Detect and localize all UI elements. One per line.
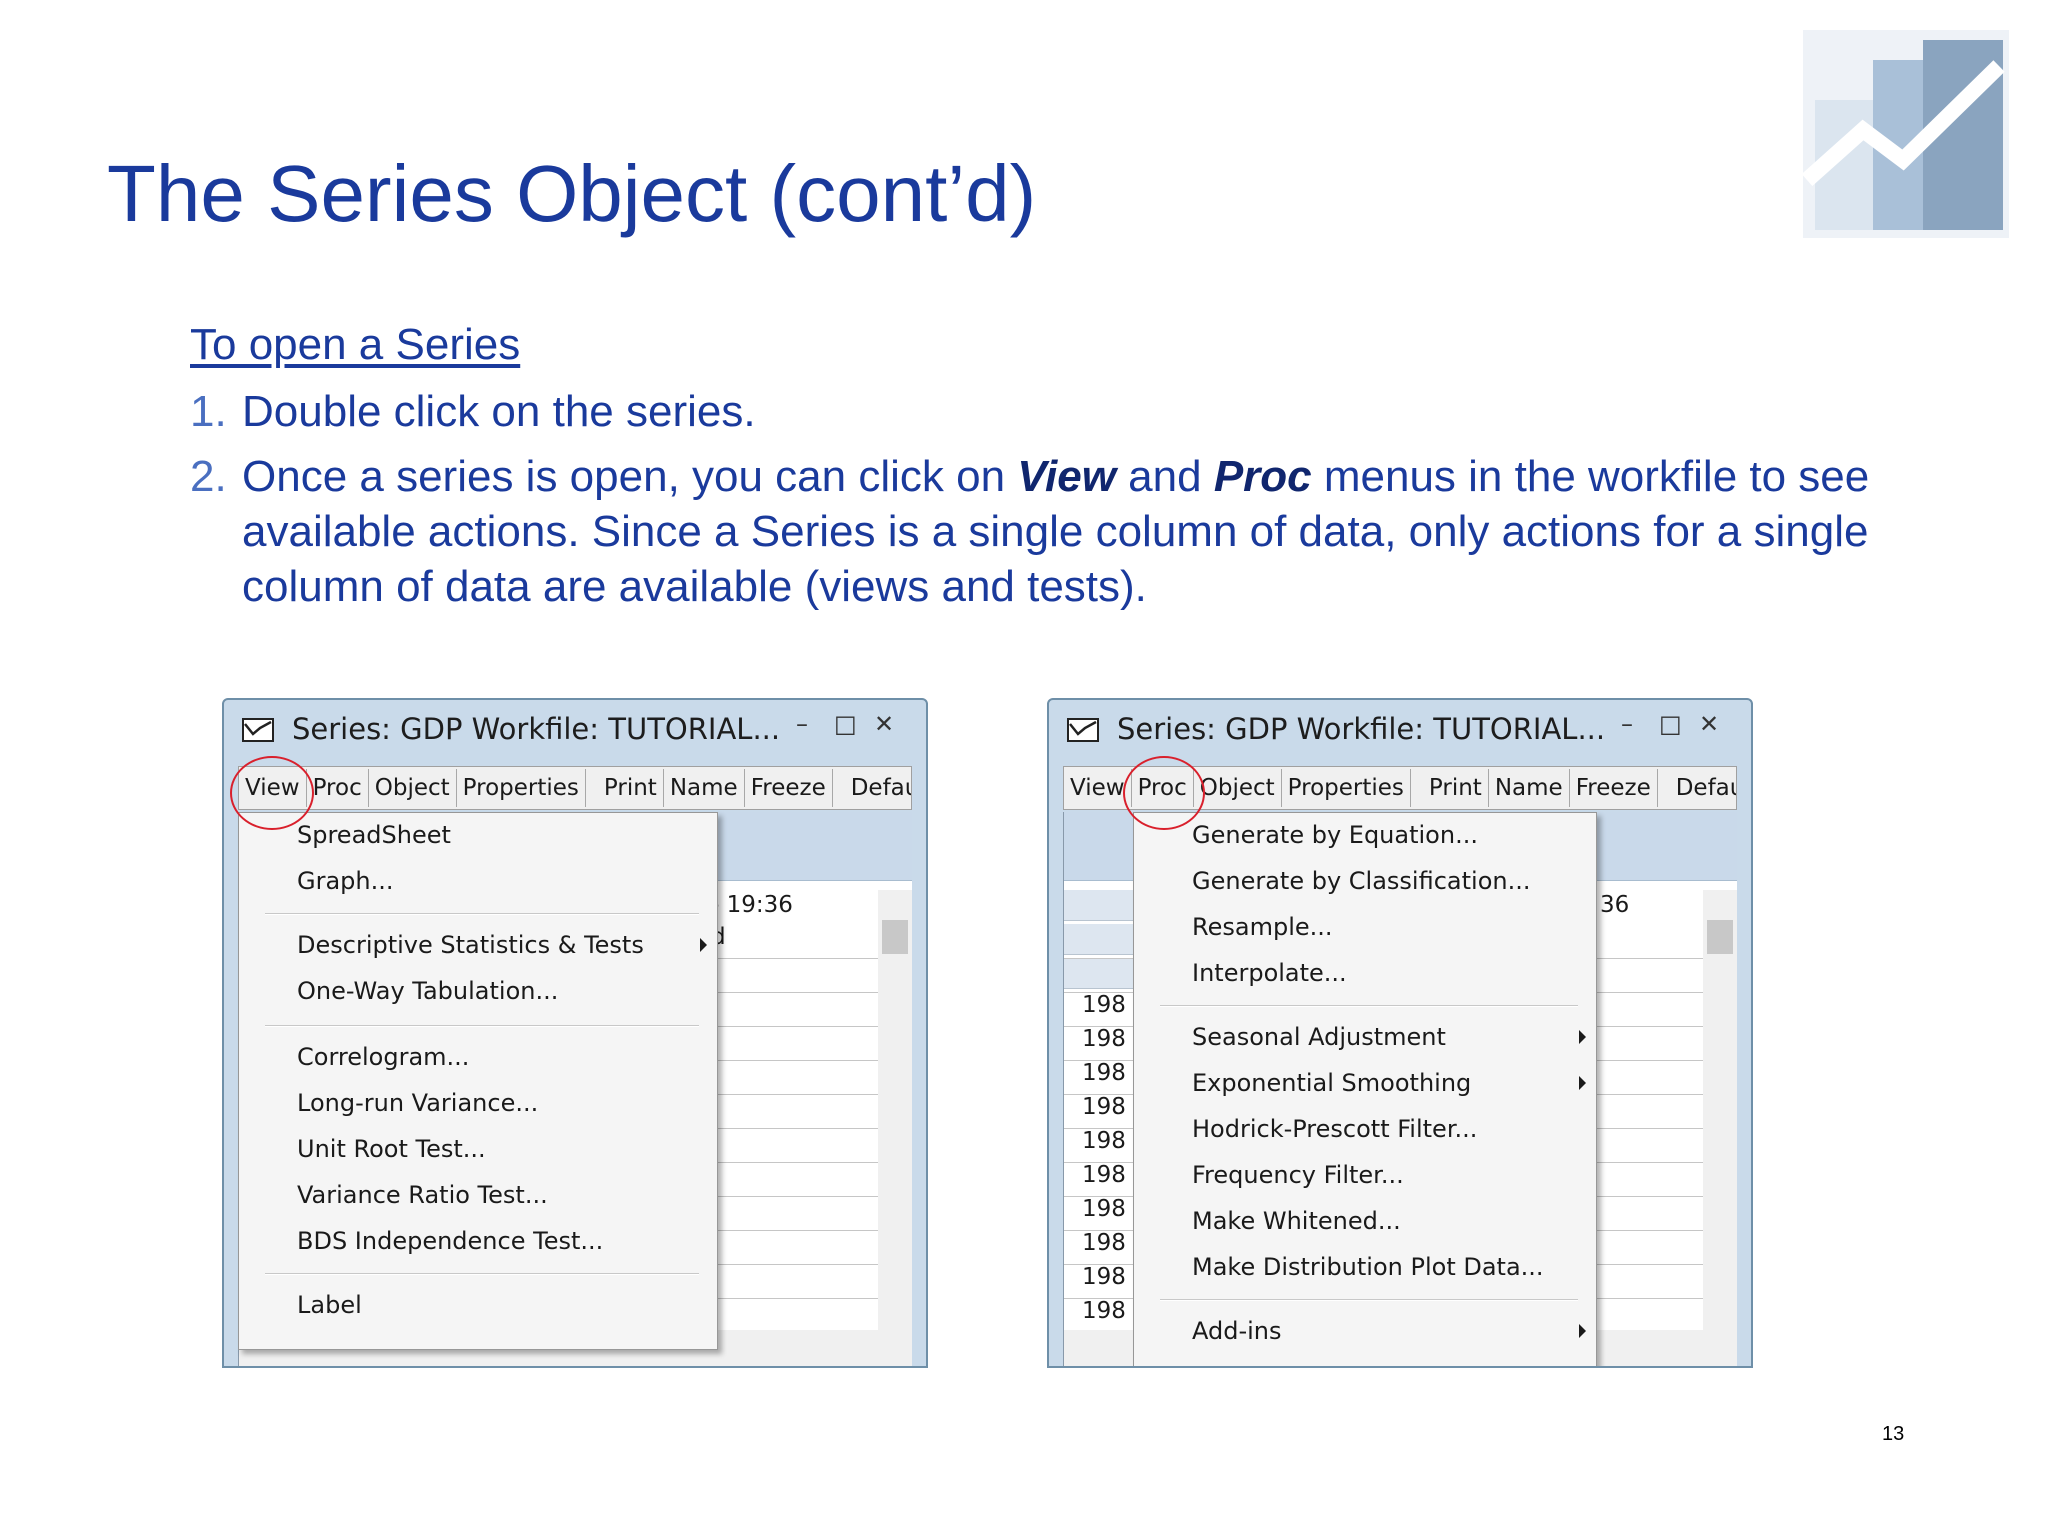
highlight-circle <box>230 756 314 830</box>
slide-title: The Series Object (cont’d) <box>107 149 1037 238</box>
menu-item-seasonal-adjustment[interactable]: Seasonal Adjustment <box>1192 1023 1446 1051</box>
row-label: 198 <box>1082 1060 1126 1086</box>
vertical-scrollbar[interactable] <box>878 890 912 1330</box>
vertical-scrollbar[interactable] <box>1703 890 1737 1330</box>
subheading: To open a Series <box>190 320 521 369</box>
menu-item-correlogram[interactable]: Correlogram... <box>297 1043 469 1071</box>
menu-item-one-way-tabulation[interactable]: One-Way Tabulation... <box>297 977 558 1005</box>
close-icon[interactable]: ✕ <box>1699 710 1719 738</box>
submenu-arrow-icon <box>1579 1076 1586 1090</box>
menu-item-long-run-variance[interactable]: Long-run Variance... <box>297 1089 538 1117</box>
menu-item-make-distribution-plot[interactable]: Make Distribution Plot Data... <box>1192 1253 1544 1281</box>
page-number: 13 <box>1882 1423 1905 1445</box>
proc-emphasis: Proc <box>1213 452 1312 501</box>
cell-time: 36 <box>1600 892 1630 918</box>
view-emphasis: View <box>1017 452 1116 501</box>
window-title: Series: GDP Workfile: TUTORIAL... <box>292 712 781 746</box>
scroll-thumb[interactable] <box>882 920 908 954</box>
row-label: 198 <box>1082 1264 1126 1290</box>
row-label: 198 <box>1082 1196 1126 1222</box>
menu-item-variance-ratio-test[interactable]: Variance Ratio Test... <box>297 1181 548 1209</box>
step-text: Double click on the series. <box>242 387 756 436</box>
toolbar: View Proc Object Properties Print Name Freeze D… <box>238 766 912 810</box>
menu-item-generate-equation[interactable]: Generate by Equation... <box>1192 821 1478 849</box>
view-menu: SpreadSheet Graph... Descriptive Statist… <box>238 812 718 1350</box>
menu-item-label[interactable]: Label <box>297 1291 362 1319</box>
menu-item-exponential-smoothing[interactable]: Exponential Smoothing <box>1192 1069 1471 1097</box>
menu-item-descriptive-stats[interactable]: Descriptive Statistics & Tests <box>297 931 644 959</box>
minimize-icon[interactable]: – <box>796 710 808 738</box>
freeze-button[interactable]: Freeze <box>1570 769 1658 807</box>
row-label: 198 <box>1082 1230 1126 1256</box>
step-number: 1. <box>190 387 227 436</box>
highlight-circle <box>1123 756 1205 830</box>
minimize-icon[interactable]: – <box>1621 710 1633 738</box>
series-window-view: Series: GDP Workfile: TUTORIAL... – □ ✕ … <box>222 698 928 1368</box>
menu-item-frequency-filter[interactable]: Frequency Filter... <box>1192 1161 1404 1189</box>
maximize-icon[interactable]: □ <box>1659 710 1682 738</box>
cell-time: - 19:36 <box>711 892 793 918</box>
submenu-arrow-icon <box>1579 1324 1586 1338</box>
logo <box>1803 30 2009 238</box>
object-button[interactable]: Object <box>1194 769 1282 807</box>
maximize-icon[interactable]: □ <box>834 710 857 738</box>
default-button[interactable]: Defau <box>1670 769 1736 807</box>
proc-menu: Generate by Equation... Generate by Clas… <box>1133 812 1597 1366</box>
menu-item-graph[interactable]: Graph... <box>297 867 394 895</box>
row-label: 198 <box>1082 1162 1126 1188</box>
name-button[interactable]: Name <box>664 769 745 807</box>
properties-button[interactable]: Properties <box>457 769 586 807</box>
menu-item-bds-test[interactable]: BDS Independence Test... <box>297 1227 603 1255</box>
print-button[interactable]: Print <box>1423 769 1489 807</box>
menu-item-unit-root-test[interactable]: Unit Root Test... <box>297 1135 486 1163</box>
step-number: 2. <box>190 452 227 501</box>
step-text: Once a series is open, you can click on … <box>242 449 1962 614</box>
row-label: 198 <box>1082 1026 1126 1052</box>
menu-item-resample[interactable]: Resample... <box>1192 913 1333 941</box>
menu-item-add-ins[interactable]: Add-ins <box>1192 1317 1282 1345</box>
submenu-arrow-icon <box>1579 1030 1586 1044</box>
row-label: 198 <box>1082 1298 1126 1324</box>
series-window-proc: Series: GDP Workfile: TUTORIAL... – □ ✕ … <box>1047 698 1753 1368</box>
row-label: 198 <box>1082 992 1126 1018</box>
title-bar: Series: GDP Workfile: TUTORIAL... – □ ✕ <box>224 700 926 754</box>
menu-item-hodrick-prescott[interactable]: Hodrick-Prescott Filter... <box>1192 1115 1477 1143</box>
object-button[interactable]: Object <box>369 769 457 807</box>
window-title: Series: GDP Workfile: TUTORIAL... <box>1117 712 1606 746</box>
menu-item-interpolate[interactable]: Interpolate... <box>1192 959 1347 987</box>
scroll-thumb[interactable] <box>1707 920 1733 954</box>
step-text-part: Once a series is open, you can click on <box>242 452 1018 501</box>
title-bar: Series: GDP Workfile: TUTORIAL... – □ ✕ <box>1049 700 1751 754</box>
close-icon[interactable]: ✕ <box>874 710 894 738</box>
series-icon <box>1067 718 1099 742</box>
series-icon <box>242 718 274 742</box>
submenu-arrow-icon <box>700 938 707 952</box>
menu-item-make-whitened[interactable]: Make Whitened... <box>1192 1207 1401 1235</box>
freeze-button[interactable]: Freeze <box>745 769 833 807</box>
default-button[interactable]: Defau <box>845 769 911 807</box>
row-label: 198 <box>1082 1094 1126 1120</box>
row-label: 198 <box>1082 1128 1126 1154</box>
print-button[interactable]: Print <box>598 769 664 807</box>
menu-item-generate-classification[interactable]: Generate by Classification... <box>1192 867 1530 895</box>
view-button[interactable]: View <box>1064 769 1132 807</box>
step-text-part: and <box>1115 452 1214 501</box>
name-button[interactable]: Name <box>1489 769 1570 807</box>
menu-item-spreadsheet[interactable]: SpreadSheet <box>297 821 451 849</box>
properties-button[interactable]: Properties <box>1282 769 1411 807</box>
proc-button[interactable]: Proc <box>307 769 369 807</box>
